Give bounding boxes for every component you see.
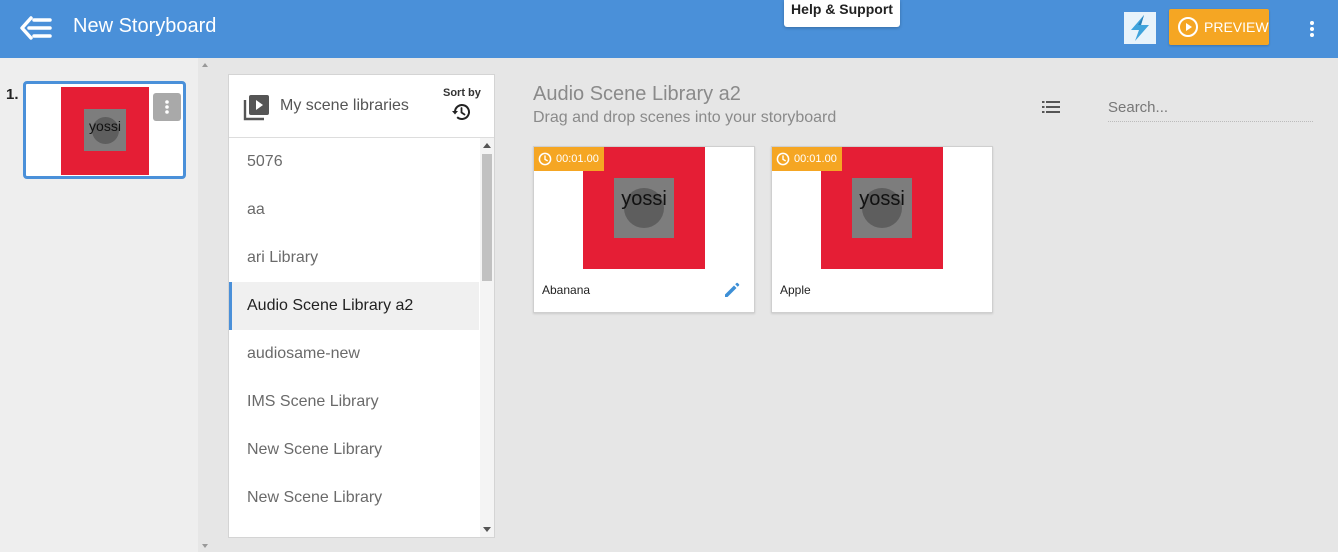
library-item[interactable]: ari Library — [229, 234, 479, 282]
library-item[interactable]: IMS Scene Library — [229, 378, 479, 426]
scene-card[interactable]: yossi 00:01.00 Abanana — [533, 146, 755, 313]
page-title: New Storyboard — [73, 15, 217, 37]
history-icon[interactable] — [451, 102, 471, 122]
scene-libraries-panel: My scene libraries Sort by 5076 aa ari L… — [228, 74, 495, 538]
duration-text: 00:01.00 — [794, 153, 837, 165]
sort-label: Sort by — [443, 87, 481, 99]
duration-badge: 00:01.00 — [772, 147, 842, 171]
library-item[interactable]: New Scene Library — [229, 474, 479, 522]
preview-label: PREVIEW — [1204, 19, 1269, 35]
bolt-logo-icon — [1124, 12, 1156, 44]
scene-name: Abanana — [542, 283, 591, 297]
back-arrow-icon[interactable] — [18, 12, 54, 44]
clock-icon — [776, 152, 790, 166]
scene-thumbnail: yossi — [61, 87, 149, 175]
scene-name: Apple — [780, 283, 811, 297]
library-item-selected[interactable]: Audio Scene Library a2 — [229, 282, 479, 330]
video-library-icon — [243, 93, 271, 121]
help-support-button[interactable]: Help & Support — [784, 0, 900, 27]
preview-button[interactable]: PREVIEW — [1169, 9, 1269, 45]
libraries-scrollbar[interactable] — [480, 138, 494, 537]
scroll-down-icon[interactable] — [483, 527, 491, 532]
play-circle-icon — [1178, 17, 1198, 37]
library-item[interactable]: audiosame-new — [229, 330, 479, 378]
duration-text: 00:01.00 — [556, 153, 599, 165]
scene-more-icon[interactable] — [153, 93, 181, 121]
scroll-up-icon[interactable] — [483, 143, 491, 148]
storyboard-scene[interactable]: yossi — [23, 81, 186, 179]
library-item[interactable]: 5076 — [229, 138, 479, 186]
library-heading: Audio Scene Library a2 — [533, 83, 741, 105]
library-subtitle: Drag and drop scenes into your storyboar… — [533, 109, 837, 126]
list-view-icon[interactable] — [1040, 97, 1062, 117]
library-item[interactable]: New Scene Library — [229, 426, 479, 474]
libraries-title: My scene libraries — [280, 97, 409, 114]
search-input[interactable] — [1108, 94, 1313, 122]
library-item[interactable]: aa — [229, 186, 479, 234]
clock-icon — [538, 152, 552, 166]
storyboard-scrollbar[interactable] — [198, 58, 212, 552]
thumbnail-text: yossi — [859, 188, 905, 210]
duration-badge: 00:01.00 — [534, 147, 604, 171]
thumbnail-text: yossi — [89, 118, 121, 134]
libraries-header: My scene libraries Sort by — [229, 75, 494, 138]
edit-pencil-icon[interactable] — [722, 280, 742, 300]
app-header: New Storyboard Help & Support PREVIEW — [0, 0, 1338, 58]
more-vert-icon[interactable] — [1302, 16, 1322, 42]
scene-index: 1. — [6, 86, 19, 103]
scene-card[interactable]: yossi 00:01.00 Apple — [771, 146, 993, 313]
libraries-list: 5076 aa ari Library Audio Scene Library … — [229, 138, 479, 522]
scrollbar-thumb[interactable] — [482, 154, 492, 281]
thumbnail-text: yossi — [621, 188, 667, 210]
